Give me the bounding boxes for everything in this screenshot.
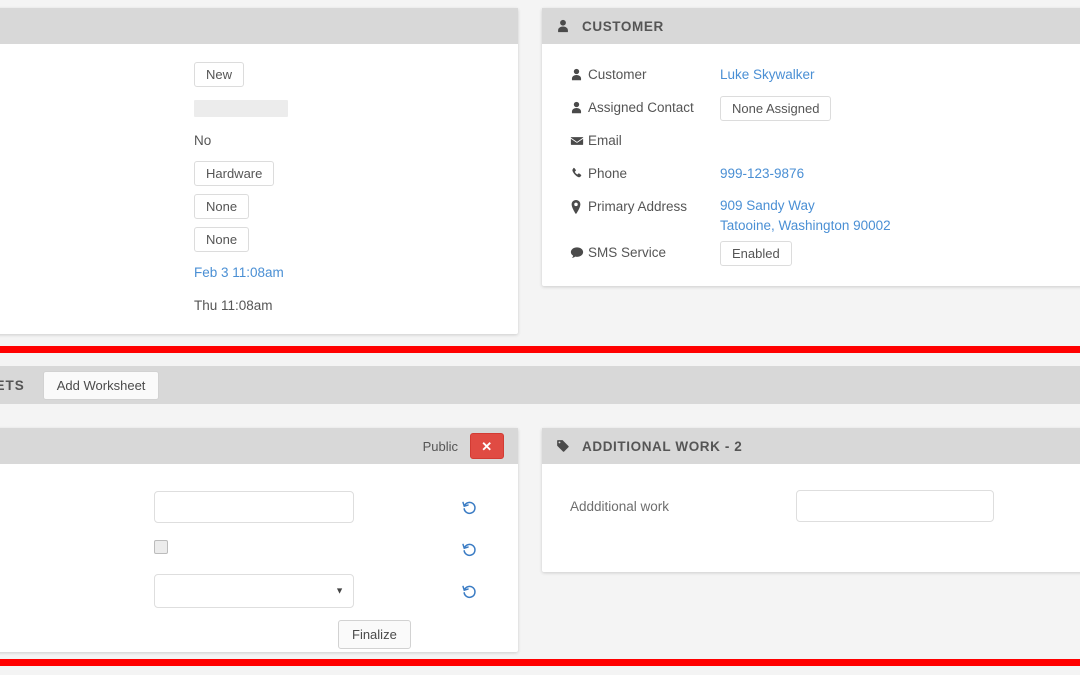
customer-row-value: Luke Skywalker	[720, 58, 815, 91]
customer-row-label: Primary Address	[588, 199, 688, 214]
section-separator-bottom	[0, 659, 1080, 666]
info-row-value: New	[194, 58, 245, 91]
customer-row-sms-service: SMS Service Enabled	[542, 236, 1080, 269]
info-row: Hardware	[0, 157, 518, 190]
value-pill[interactable]: None	[194, 194, 250, 219]
placeholder-block	[194, 99, 288, 117]
status-pill[interactable]: New	[194, 62, 245, 87]
customer-row-email: Email	[542, 124, 1080, 157]
customer-row-customer: Customer Luke Skywalker	[542, 58, 1080, 91]
worksheet-field-control	[154, 539, 354, 559]
worksheet-field-control	[796, 490, 994, 522]
worksheet-card-body: Addditional work	[542, 464, 1080, 522]
info-row-value: Thu 11:08am	[194, 298, 273, 313]
info-row	[0, 91, 518, 124]
customer-row-label: SMS Service	[588, 245, 667, 260]
info-row-value: None	[194, 223, 250, 256]
customer-row-phone: Phone 999-123-9876	[542, 157, 1080, 190]
customer-row-value: 999-123-9876	[720, 157, 804, 190]
worksheet-visibility-label: Public	[422, 438, 458, 454]
assigned-contact-pill[interactable]: None Assigned	[720, 96, 832, 121]
info-row-value: Feb 3 11:08am	[194, 256, 284, 289]
info-row-value: No	[194, 133, 212, 148]
customer-panel-title: CUSTOMER	[582, 18, 664, 34]
datetime-link[interactable]: Feb 3 11:08am	[194, 265, 284, 280]
info-row-value: None	[194, 190, 250, 223]
envelope-icon	[542, 124, 588, 157]
finalize-button[interactable]: Finalize	[338, 620, 411, 649]
section-separator-top	[0, 346, 1080, 353]
customer-panel: CUSTOMER Customer Luke Skywalker Assigne…	[542, 8, 1080, 286]
customer-row-primary-address: Primary Address 909 Sandy Way Tatooine, …	[542, 190, 1080, 236]
info-row: Feb 3 11:08am	[0, 256, 518, 289]
sms-service-pill[interactable]: Enabled	[720, 241, 792, 266]
person-icon	[542, 58, 588, 91]
additional-work-input[interactable]	[796, 490, 994, 522]
info-panel: INFO New d No Hard	[0, 8, 518, 334]
worksheet-field-control: ▼	[154, 574, 354, 608]
worksheet-checkbox[interactable]	[154, 539, 168, 554]
worksheet-field-control	[154, 491, 354, 523]
value-pill[interactable]: None	[194, 227, 250, 252]
customer-panel-header: CUSTOMER	[542, 8, 1080, 44]
tag-icon	[556, 439, 570, 453]
close-icon[interactable]: ✕	[470, 433, 504, 459]
worksheets-section-title: WORKSHEETS	[0, 377, 25, 393]
info-row: None	[0, 223, 518, 256]
worksheet-field-row: Addditional work	[542, 464, 1080, 522]
worksheets-section-header: WORKSHEETS Add Worksheet	[0, 366, 1080, 404]
worksheet-card-stuff: STUFF - 1 Public ✕	[0, 428, 518, 652]
worksheet-field-action	[354, 584, 518, 599]
info-row-label: d	[0, 124, 194, 157]
phone-link[interactable]: 999-123-9876	[720, 166, 804, 181]
customer-row-value: None Assigned	[720, 91, 832, 124]
info-row-value: Hardware	[194, 157, 275, 190]
worksheet-text-input[interactable]	[154, 491, 354, 523]
history-icon[interactable]	[462, 500, 477, 515]
history-icon[interactable]	[462, 584, 477, 599]
person-icon	[542, 91, 588, 124]
worksheet-field-row	[0, 486, 518, 528]
address-line2-link[interactable]: Tatooine, Washington 90002	[720, 216, 891, 236]
info-panel-header: INFO	[0, 8, 518, 44]
customer-row-label: Assigned Contact	[588, 100, 694, 115]
info-panel-body: New d No Hardware	[0, 44, 518, 332]
address-line1-link[interactable]: 909 Sandy Way	[720, 196, 891, 216]
info-row: d No	[0, 124, 518, 157]
customer-row-label: Email	[588, 133, 622, 148]
info-row-value	[194, 91, 288, 124]
worksheet-field-row	[0, 528, 518, 570]
chat-bubble-icon	[542, 236, 588, 269]
info-row: Thu 11:08am	[0, 289, 518, 322]
info-row: New	[0, 58, 518, 91]
history-icon[interactable]	[462, 542, 477, 557]
worksheet-field-row: ▼	[0, 570, 518, 612]
customer-row-label: Customer	[588, 67, 647, 82]
worksheet-finalize-row: Finalize	[0, 612, 518, 649]
customer-name-link[interactable]: Luke Skywalker	[720, 67, 815, 82]
app-page: INFO New d No Hard	[0, 0, 1080, 675]
worksheet-card-header: STUFF - 1 Public ✕	[0, 428, 518, 464]
info-row: None	[0, 190, 518, 223]
location-pin-icon	[542, 190, 588, 223]
worksheet-select-wrapper: ▼	[154, 574, 354, 608]
phone-icon	[542, 157, 588, 190]
customer-panel-body: Customer Luke Skywalker Assigned Contact…	[542, 44, 1080, 283]
person-icon	[556, 19, 570, 33]
category-pill[interactable]: Hardware	[194, 161, 275, 186]
worksheet-card-header: ADDITIONAL WORK - 2 Public	[542, 428, 1080, 464]
customer-row-label: Phone	[588, 166, 628, 181]
worksheet-card-additional-work: ADDITIONAL WORK - 2 Public Addditional w…	[542, 428, 1080, 572]
worksheet-field-action	[354, 500, 518, 515]
worksheet-select[interactable]	[154, 574, 354, 608]
add-worksheet-button[interactable]: Add Worksheet	[42, 370, 160, 400]
customer-row-assigned-contact: Assigned Contact None Assigned	[542, 91, 1080, 124]
worksheet-card-body: ▼ Finalize	[0, 464, 518, 665]
worksheet-field-action	[354, 542, 518, 557]
customer-row-value: 909 Sandy Way Tatooine, Washington 90002	[720, 190, 891, 236]
worksheet-card-title: ADDITIONAL WORK - 2	[582, 438, 743, 454]
customer-row-value: Enabled	[720, 236, 792, 269]
worksheet-field-label: Addditional work	[570, 498, 670, 514]
